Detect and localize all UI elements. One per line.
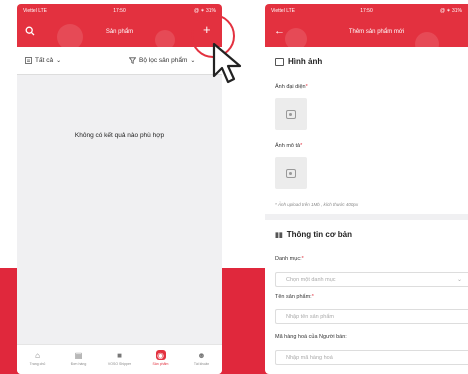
product-name-label-text: Tên sản phẩm: (275, 294, 312, 300)
clock-label: 17:50 (113, 8, 126, 14)
sku-label: Mã hàng hoá của Người bán: (275, 334, 347, 340)
product-name-input[interactable]: Nhập tên sản phẩm (275, 309, 468, 324)
battery-label: @ ✶ 31% (439, 8, 462, 14)
tab-products[interactable]: ◉ Sản phẩm (144, 345, 178, 374)
document-icon: ▤ (74, 350, 83, 360)
product-filter-label: Bộ lọc sản phẩm (139, 57, 188, 64)
document-icon (25, 57, 32, 64)
avatar-image-label: Ảnh đại diện* (275, 84, 308, 90)
upload-hint: * Ảnh upload trên 1Mb , kích thước 400px (275, 202, 359, 207)
required-mark: * (300, 143, 303, 149)
status-bar: Viettel LTE 17:50 @ ✶ 31% (265, 6, 468, 16)
empty-state-message: Không có kết quả nào phù hợp (74, 132, 165, 139)
basic-info-section-title: ▮▮ Thông tin cơ bản (275, 230, 352, 239)
image-placeholder-icon (286, 168, 296, 178)
tab-label: Đơn hàng (70, 362, 87, 366)
tab-home[interactable]: ⌂ Trang chủ (21, 345, 55, 374)
clock-label: 17:50 (360, 8, 373, 14)
sku-placeholder: Nhập mã hàng hoá (286, 355, 333, 361)
category-label: Danh mục:* (275, 256, 304, 262)
status-bar: Viettel LTE 17:50 @ ✶ 31% (17, 6, 222, 16)
required-mark: * (301, 256, 304, 262)
mouse-pointer-icon (212, 42, 242, 84)
tab-label: Tài khoản (193, 362, 210, 366)
chevron-down-icon: ⌄ (56, 58, 62, 64)
back-arrow-icon[interactable]: ← (274, 26, 285, 37)
tab-label: Trang chủ (29, 362, 46, 366)
sku-input[interactable]: Nhập mã hàng hoá (275, 350, 468, 365)
funnel-icon (129, 57, 136, 64)
chevron-down-icon: ⌄ (456, 277, 462, 283)
category-label-text: Danh mục: (275, 256, 302, 262)
product-name-placeholder: Nhập tên sản phẩm (286, 314, 335, 320)
home-icon: ⌂ (35, 350, 40, 360)
avatar-image-label-text: Ảnh đại diện (275, 84, 306, 90)
bars-icon: ▮▮ (275, 231, 283, 239)
avatar-image-upload[interactable] (275, 98, 307, 130)
tab-orders[interactable]: ▤ Đơn hàng (62, 345, 96, 374)
product-icon: ◉ (155, 350, 166, 360)
images-section-title: Hình ảnh (275, 57, 322, 66)
basic-info-section-label: Thông tin cơ bản (286, 230, 352, 239)
image-placeholder-icon (286, 109, 296, 119)
category-dropdown[interactable]: Tất cả ⌄ (25, 57, 61, 64)
tab-label: Sản phẩm (152, 362, 169, 366)
description-image-label-text: Ảnh mô tả (275, 143, 301, 149)
category-dropdown-label: Tất cả (35, 57, 54, 64)
filter-bar: Tất cả ⌄ Bộ lọc sản phẩm ⌄ (17, 47, 222, 75)
images-section-label: Hình ảnh (288, 57, 323, 66)
add-product-screen: Viettel LTE 17:50 @ ✶ 31% ← Thêm sản phẩ… (265, 4, 468, 374)
description-image-upload[interactable] (275, 157, 307, 189)
required-mark: * (305, 84, 308, 90)
product-filter-button[interactable]: Bộ lọc sản phẩm ⌄ (129, 57, 195, 64)
product-name-label: Tên sản phẩm:* (275, 294, 314, 300)
header-bar: Viettel LTE 17:50 @ ✶ 31% ← Thêm sản phẩ… (265, 4, 468, 56)
category-select-placeholder: Chọn một danh mục (286, 277, 336, 283)
bottom-tab-bar: ⌂ Trang chủ ▤ Đơn hàng ■ VOSO Shipper ◉ … (17, 344, 222, 374)
tab-account[interactable]: ☻ Tài khoản (185, 345, 219, 374)
description-image-label: Ảnh mô tả* (275, 143, 302, 149)
section-divider (265, 214, 468, 220)
page-title: Thêm sản phẩm mới (348, 29, 405, 35)
truck-icon: ■ (117, 350, 122, 360)
user-icon: ☻ (197, 350, 206, 360)
product-list-screen: Viettel LTE 17:50 @ ✶ 31% Sản phẩm + Tất… (17, 4, 222, 374)
chevron-down-icon: ⌄ (190, 58, 196, 64)
tab-shipper[interactable]: ■ VOSO Shipper (103, 345, 137, 374)
category-select[interactable]: Chọn một danh mục ⌄ (275, 272, 468, 287)
image-icon (275, 57, 284, 66)
tab-label: VOSO Shipper (107, 362, 132, 366)
header-decoration (415, 32, 439, 56)
required-mark: * (311, 294, 314, 300)
